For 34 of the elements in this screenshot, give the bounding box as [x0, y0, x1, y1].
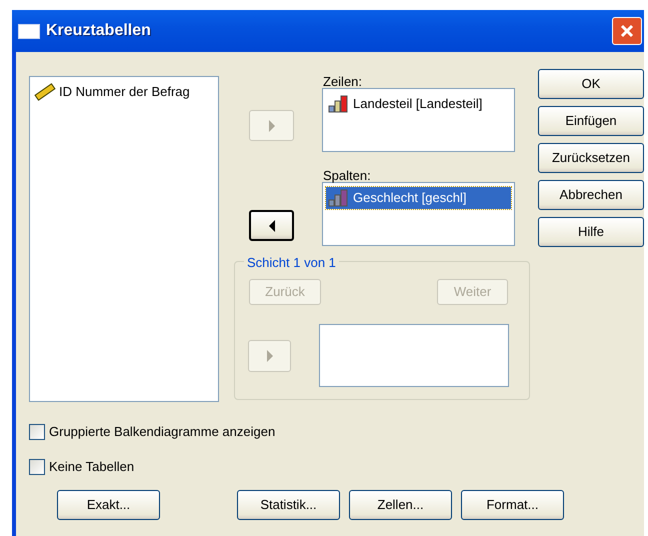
checkbox-label: Gruppierte Balkendiagramme anzeigen: [49, 422, 276, 441]
variable-list[interactable]: Landesteil [Landesteil]: [322, 88, 515, 152]
close-icon: [620, 24, 634, 38]
button[interactable]: Hilfe: [538, 217, 644, 247]
button[interactable]: Zurücksetzen: [538, 143, 644, 173]
window-icon: [18, 24, 40, 38]
triangle-icon: [268, 120, 274, 132]
variable-list[interactable]: Geschlecht [geschl]: [322, 182, 515, 246]
list-item[interactable]: Landesteil [Landesteil]: [326, 93, 511, 114]
variable-list[interactable]: [319, 324, 509, 387]
button[interactable]: Einfügen: [538, 106, 644, 136]
checkbox[interactable]: Keine Tabellen: [29, 449, 134, 484]
button[interactable]: Statistik...: [237, 490, 340, 520]
list-item[interactable]: ID Nummer der Befrag: [32, 81, 216, 102]
bar-chart-icon: [328, 188, 350, 207]
arrow-button[interactable]: [249, 210, 294, 241]
button[interactable]: Exakt...: [57, 490, 160, 520]
checkbox-label: Keine Tabellen: [49, 458, 134, 476]
checkbox-box[interactable]: [29, 424, 45, 440]
field-label: Spalten:: [322, 167, 372, 182]
variable-list[interactable]: ID Nummer der Befrag: [29, 76, 219, 402]
close-button[interactable]: [612, 17, 642, 45]
triangle-icon: [266, 350, 272, 362]
checkbox[interactable]: Gruppierte Balkendiagramme anzeigen: [29, 414, 276, 449]
triangle-icon: [268, 220, 274, 232]
button[interactable]: OK: [538, 69, 644, 99]
checkbox-box[interactable]: [29, 458, 45, 474]
button[interactable]: Zellen...: [349, 490, 452, 520]
list-item[interactable]: Geschlecht [geschl]: [326, 187, 511, 208]
bar-chart-icon: [328, 94, 350, 113]
button[interactable]: Abbrechen: [538, 180, 644, 210]
button[interactable]: Format...: [461, 490, 564, 520]
window-title: Kreuztabellen: [46, 21, 151, 41]
field-label: Zeilen:: [322, 73, 364, 88]
